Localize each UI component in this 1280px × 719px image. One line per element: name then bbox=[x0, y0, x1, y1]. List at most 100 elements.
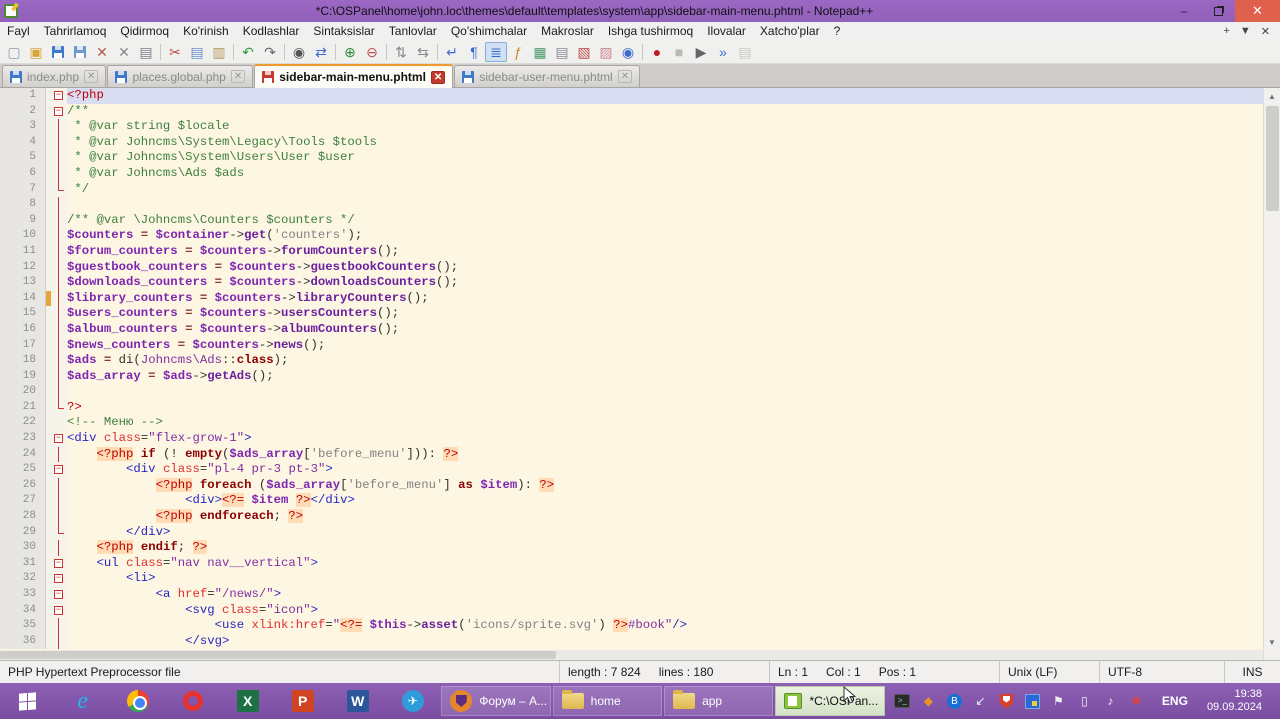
menu-ilovalar[interactable]: Ilovalar bbox=[700, 23, 753, 39]
sync-horizontal-scroll-button[interactable]: ⇆ bbox=[412, 42, 434, 62]
code-line-6[interactable]: 6 * @var Johncms\Ads $ads bbox=[0, 166, 1263, 182]
copy-button[interactable]: ▤ bbox=[186, 42, 208, 62]
start-button[interactable] bbox=[0, 683, 55, 719]
horizontal-scrollbar[interactable] bbox=[0, 650, 1263, 660]
code-line-1[interactable]: 1−<?php bbox=[0, 88, 1263, 104]
menu-fayl[interactable]: Fayl bbox=[0, 23, 37, 39]
fold-margin[interactable]: − bbox=[51, 556, 67, 572]
status-eol-format[interactable]: Unix (LF) bbox=[1000, 661, 1100, 683]
fold-margin[interactable]: − bbox=[51, 571, 67, 587]
fold-collapse-icon[interactable]: − bbox=[54, 107, 63, 116]
menu-xatcho-plar[interactable]: Xatcho'plar bbox=[753, 23, 827, 39]
taskbar-opera-button[interactable] bbox=[165, 683, 220, 719]
editor[interactable]: 1−<?php2−/**3 * @var string $locale4 * @… bbox=[0, 88, 1280, 660]
tray-volume-icon[interactable]: ♪ bbox=[1102, 693, 1119, 710]
zoom-in-button[interactable]: ⊕ bbox=[339, 42, 361, 62]
tray-ime-icon[interactable] bbox=[1024, 693, 1041, 710]
taskbar-button-notepad[interactable]: *C:\OSPan... bbox=[775, 686, 884, 716]
fold-margin[interactable]: − bbox=[51, 462, 67, 478]
undo-button[interactable]: ↶ bbox=[237, 42, 259, 62]
code-line-12[interactable]: 12$guestbook_counters = $counters->guest… bbox=[0, 260, 1263, 276]
taskbar-button-forum[interactable]: Форум – А... bbox=[441, 686, 550, 716]
language-indicator[interactable]: ENG bbox=[1154, 694, 1196, 708]
macro-record-button[interactable]: ● bbox=[646, 42, 668, 62]
view-current-file-button[interactable]: ▧ bbox=[573, 42, 595, 62]
save-file-button[interactable] bbox=[47, 42, 69, 62]
menu-tanlovlar[interactable]: Tanlovlar bbox=[382, 23, 444, 39]
menu-kodlashlar[interactable]: Kodlashlar bbox=[236, 23, 307, 39]
code-line-17[interactable]: 17$news_counters = $counters->news(); bbox=[0, 338, 1263, 354]
zoom-out-button[interactable]: ⊖ bbox=[361, 42, 383, 62]
code-line-35[interactable]: 35 <use xlink:href="<?= $this->asset('ic… bbox=[0, 618, 1263, 634]
tray-muted-icon[interactable]: ✖ bbox=[1128, 693, 1145, 710]
code-line-7[interactable]: 7 */ bbox=[0, 182, 1263, 198]
menu-help[interactable]: ? bbox=[827, 23, 848, 39]
taskbar-excel-button[interactable]: X bbox=[220, 683, 275, 719]
macro-save-button[interactable]: ▤ bbox=[734, 42, 756, 62]
tray-terminal-icon[interactable]: >_ bbox=[894, 693, 911, 710]
fold-margin[interactable]: − bbox=[51, 603, 67, 619]
code-line-22[interactable]: 22<!-- Меню --> bbox=[0, 415, 1263, 431]
taskbar-word-button[interactable]: W bbox=[330, 683, 385, 719]
tray-flag-icon[interactable]: ⚑ bbox=[1050, 693, 1067, 710]
code-line-34[interactable]: 34− <svg class="icon"> bbox=[0, 603, 1263, 619]
code-line-36[interactable]: 36 </svg> bbox=[0, 634, 1263, 650]
code-line-24[interactable]: 24 <?php if (! empty($ads_array['before_… bbox=[0, 447, 1263, 463]
code-line-4[interactable]: 4 * @var Johncms\System\Legacy\Tools $to… bbox=[0, 135, 1263, 151]
code-line-2[interactable]: 2−/** bbox=[0, 104, 1263, 120]
menu-tahrirlamoq[interactable]: Tahrirlamoq bbox=[37, 23, 114, 39]
code-line-23[interactable]: 23−<div class="flex-grow-1"> bbox=[0, 431, 1263, 447]
restore-button[interactable] bbox=[1201, 0, 1235, 22]
status-insert-mode[interactable]: INS bbox=[1225, 661, 1280, 683]
menu-makroslar[interactable]: Makroslar bbox=[534, 23, 601, 39]
code-line-13[interactable]: 13$downloads_counters = $counters->downl… bbox=[0, 275, 1263, 291]
tab-sidebar-user-menu-phtml[interactable]: sidebar-user-menu.phtml✕ bbox=[454, 65, 640, 87]
fold-collapse-icon[interactable]: − bbox=[54, 574, 63, 583]
code-line-33[interactable]: 33− <a href="/news/"> bbox=[0, 587, 1263, 603]
taskbar-button-home-folder[interactable]: home bbox=[553, 686, 662, 716]
function-list-button[interactable]: ƒ bbox=[507, 42, 529, 62]
vertical-scrollbar[interactable]: ▲ ▼ bbox=[1263, 88, 1280, 660]
fold-collapse-icon[interactable]: − bbox=[54, 606, 63, 615]
code-line-20[interactable]: 20 bbox=[0, 384, 1263, 400]
new-tab-plus-icon[interactable]: + bbox=[1223, 25, 1229, 38]
tray-orange-icon[interactable]: ◆ bbox=[920, 693, 937, 710]
horizontal-scrollbar-thumb[interactable] bbox=[0, 651, 556, 659]
find-button[interactable]: ◉ bbox=[288, 42, 310, 62]
code-line-3[interactable]: 3 * @var string $locale bbox=[0, 119, 1263, 135]
tab-list-dropdown-icon[interactable]: ▼ bbox=[1240, 25, 1251, 38]
folder-as-workspace-button[interactable]: ▨ bbox=[595, 42, 617, 62]
fold-collapse-icon[interactable]: − bbox=[54, 559, 63, 568]
code-line-31[interactable]: 31− <ul class="nav nav__vertical"> bbox=[0, 556, 1263, 572]
menu-qidirmoq[interactable]: Qidirmoq bbox=[113, 23, 176, 39]
tray-bluetooth-icon[interactable]: B bbox=[946, 693, 963, 710]
macro-play-button[interactable]: ▶ bbox=[690, 42, 712, 62]
new-file-button[interactable]: ▢ bbox=[3, 42, 25, 62]
fold-margin[interactable]: − bbox=[51, 88, 67, 104]
menu-sintaksislar[interactable]: Sintaksislar bbox=[306, 23, 381, 39]
taskbar-chrome-button[interactable] bbox=[110, 683, 165, 719]
menu-qo-shimchalar[interactable]: Qo'shimchalar bbox=[444, 23, 534, 39]
taskbar-button-app-folder[interactable]: app bbox=[664, 686, 773, 716]
code-line-27[interactable]: 27 <div><?= $item ?></div> bbox=[0, 493, 1263, 509]
tab-sidebar-main-menu-phtml[interactable]: sidebar-main-menu.phtml✕ bbox=[254, 64, 453, 88]
tab-index-php[interactable]: index.php✕ bbox=[2, 65, 106, 87]
close-all-button[interactable]: ✕ bbox=[113, 42, 135, 62]
code-line-16[interactable]: 16$album_counters = $counters->albumCoun… bbox=[0, 322, 1263, 338]
close-tab-icon[interactable]: ✕ bbox=[1261, 25, 1270, 38]
menu-ko-rinish[interactable]: Ko'rinish bbox=[176, 23, 236, 39]
paste-button[interactable]: ▥ bbox=[208, 42, 230, 62]
tray-phone-icon[interactable]: ▯ bbox=[1076, 693, 1093, 710]
fold-margin[interactable]: − bbox=[51, 104, 67, 120]
tab-close-icon[interactable]: ✕ bbox=[431, 71, 445, 84]
code-line-25[interactable]: 25− <div class="pl-4 pr-3 pt-3"> bbox=[0, 462, 1263, 478]
save-all-button[interactable] bbox=[69, 42, 91, 62]
minimize-button[interactable]: – bbox=[1167, 0, 1201, 22]
code-line-29[interactable]: 29 </div> bbox=[0, 525, 1263, 541]
fold-margin[interactable]: − bbox=[51, 431, 67, 447]
code-line-10[interactable]: 10$counters = $container->get('counters'… bbox=[0, 228, 1263, 244]
code-line-26[interactable]: 26 <?php foreach ($ads_array['before_men… bbox=[0, 478, 1263, 494]
tray-arrow-icon[interactable]: ↙ bbox=[972, 693, 989, 710]
tab-close-icon[interactable]: ✕ bbox=[618, 70, 632, 83]
menu-ishga-tushirmoq[interactable]: Ishga tushirmoq bbox=[601, 23, 700, 39]
